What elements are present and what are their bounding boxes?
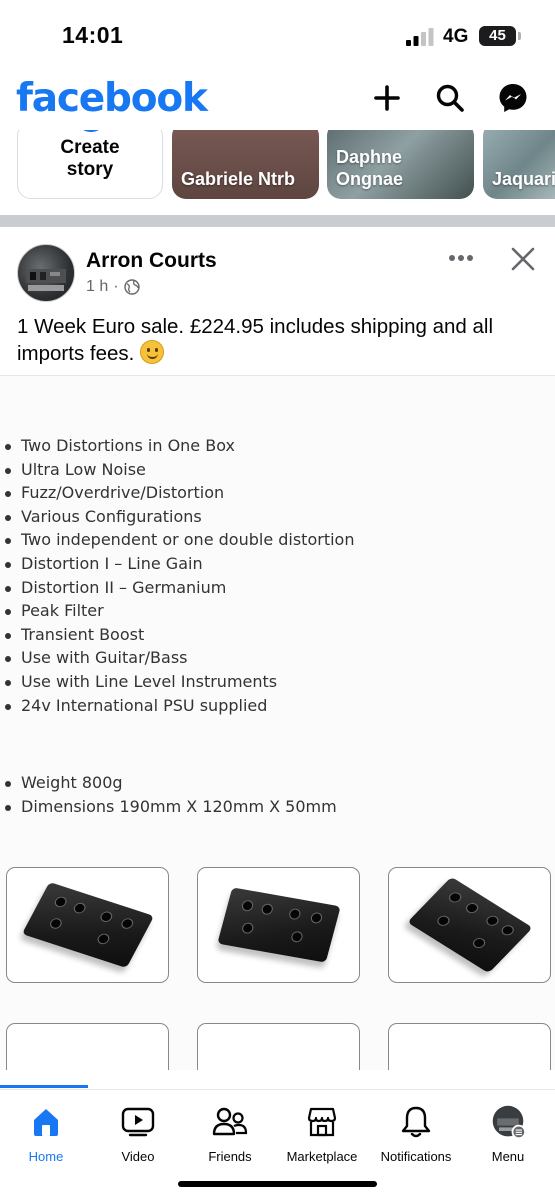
story-card[interactable]: Jaquari bbox=[483, 130, 555, 199]
story-name: Jaquari bbox=[492, 169, 555, 189]
battery-tip bbox=[518, 32, 521, 40]
story-card[interactable]: Gabriele Ntrb bbox=[172, 130, 319, 199]
plus-icon[interactable] bbox=[369, 80, 405, 116]
product-photo bbox=[388, 867, 551, 983]
feature-list: Two Distortions in One Box Ultra Low Noi… bbox=[0, 434, 354, 717]
menu-avatar-icon bbox=[490, 1104, 526, 1140]
story-name: Gabriele Ntrb bbox=[181, 169, 296, 189]
status-bar: 14:01 4G 45 bbox=[0, 0, 555, 72]
nav-menu[interactable]: Menu bbox=[462, 1090, 554, 1170]
nav-label: Menu bbox=[491, 1149, 525, 1164]
search-icon[interactable] bbox=[432, 80, 468, 116]
nav-label: Friends bbox=[208, 1149, 252, 1164]
bell-icon bbox=[398, 1104, 434, 1140]
stories-tray: Create story Gabriele Ntrb Daphne Ongnae… bbox=[0, 130, 555, 202]
bottom-nav: Home Video Friends Marketplace Notificat… bbox=[0, 1089, 555, 1169]
messenger-icon[interactable] bbox=[495, 80, 531, 116]
close-icon[interactable] bbox=[506, 244, 540, 274]
post-text-content: 1 Week Euro sale. £224.95 includes shipp… bbox=[17, 315, 493, 365]
feed-divider bbox=[0, 215, 555, 227]
feature-item: 24v International PSU supplied bbox=[0, 694, 354, 718]
product-photo bbox=[388, 1023, 551, 1070]
active-tab-indicator bbox=[0, 1085, 88, 1088]
product-photo bbox=[197, 867, 360, 983]
nav-marketplace[interactable]: Marketplace bbox=[276, 1090, 368, 1170]
product-photo bbox=[6, 1023, 169, 1070]
product-photo bbox=[197, 1023, 360, 1070]
feature-item: Transient Boost bbox=[0, 623, 354, 647]
feature-item: Ultra Low Noise bbox=[0, 458, 354, 482]
nav-label: Video bbox=[121, 1149, 155, 1164]
smile-emoji-icon bbox=[140, 340, 165, 364]
post-text: 1 Week Euro sale. £224.95 includes shipp… bbox=[17, 313, 542, 367]
cellular-signal-icon bbox=[406, 28, 434, 46]
post-header: Arron Courts 1 h · bbox=[0, 232, 555, 312]
create-story-plus-icon bbox=[72, 130, 110, 135]
friends-icon bbox=[212, 1104, 248, 1140]
nav-label: Home bbox=[28, 1149, 64, 1164]
video-icon bbox=[120, 1104, 156, 1140]
spec-item: Weight 800g bbox=[0, 771, 337, 795]
nav-notifications[interactable]: Notifications bbox=[370, 1090, 462, 1170]
facebook-logo[interactable]: facebook bbox=[16, 76, 208, 121]
network-type: 4G bbox=[443, 26, 469, 47]
battery-level: 45 bbox=[489, 27, 506, 44]
home-indicator bbox=[178, 1181, 377, 1187]
globe-icon bbox=[123, 279, 140, 295]
nav-label: Notifications bbox=[380, 1149, 452, 1164]
feature-item: Two independent or one double distortion bbox=[0, 528, 354, 552]
create-story-card[interactable]: Create story bbox=[17, 130, 163, 199]
product-photo bbox=[6, 867, 169, 983]
app-bar: facebook bbox=[0, 72, 555, 130]
more-options-icon[interactable] bbox=[443, 246, 479, 270]
feature-item: Various Configurations bbox=[0, 505, 354, 529]
spec-item: Dimensions 190mm X 120mm X 50mm bbox=[0, 795, 337, 819]
home-icon bbox=[28, 1104, 64, 1140]
feature-item: Use with Guitar/Bass bbox=[0, 646, 354, 670]
nav-friends[interactable]: Friends bbox=[184, 1090, 276, 1170]
post-author[interactable]: Arron Courts bbox=[86, 249, 217, 273]
pedal-image bbox=[406, 876, 533, 974]
feature-item: Distortion II – Germanium bbox=[0, 576, 354, 600]
feature-item: Distortion I – Line Gain bbox=[0, 552, 354, 576]
marketplace-icon bbox=[304, 1104, 340, 1140]
spec-list: Weight 800g Dimensions 190mm X 120mm X 5… bbox=[0, 771, 337, 818]
post-time: 1 h bbox=[86, 278, 109, 295]
post-image[interactable]: Two Distortions in One Box Ultra Low Noi… bbox=[0, 375, 555, 1070]
create-story-text: Create story bbox=[60, 137, 120, 180]
nav-video[interactable]: Video bbox=[92, 1090, 184, 1170]
post-meta: 1 h · bbox=[86, 278, 140, 296]
battery-icon: 45 bbox=[479, 26, 516, 46]
nav-home[interactable]: Home bbox=[0, 1090, 92, 1170]
nav-label: Marketplace bbox=[286, 1149, 358, 1164]
pedal-image bbox=[216, 887, 341, 963]
author-avatar[interactable] bbox=[17, 244, 75, 302]
story-card[interactable]: Daphne Ongnae bbox=[327, 130, 474, 199]
create-story-label: Create story bbox=[18, 137, 162, 181]
status-time: 14:01 bbox=[62, 22, 124, 48]
feature-item: Use with Line Level Instruments bbox=[0, 670, 354, 694]
pedal-image bbox=[21, 882, 154, 968]
feature-item: Two Distortions in One Box bbox=[0, 434, 354, 458]
meta-separator: · bbox=[113, 278, 119, 295]
feature-item: Fuzz/Overdrive/Distortion bbox=[0, 481, 354, 505]
story-name: Daphne Ongnae bbox=[336, 147, 404, 189]
feature-item: Peak Filter bbox=[0, 599, 354, 623]
